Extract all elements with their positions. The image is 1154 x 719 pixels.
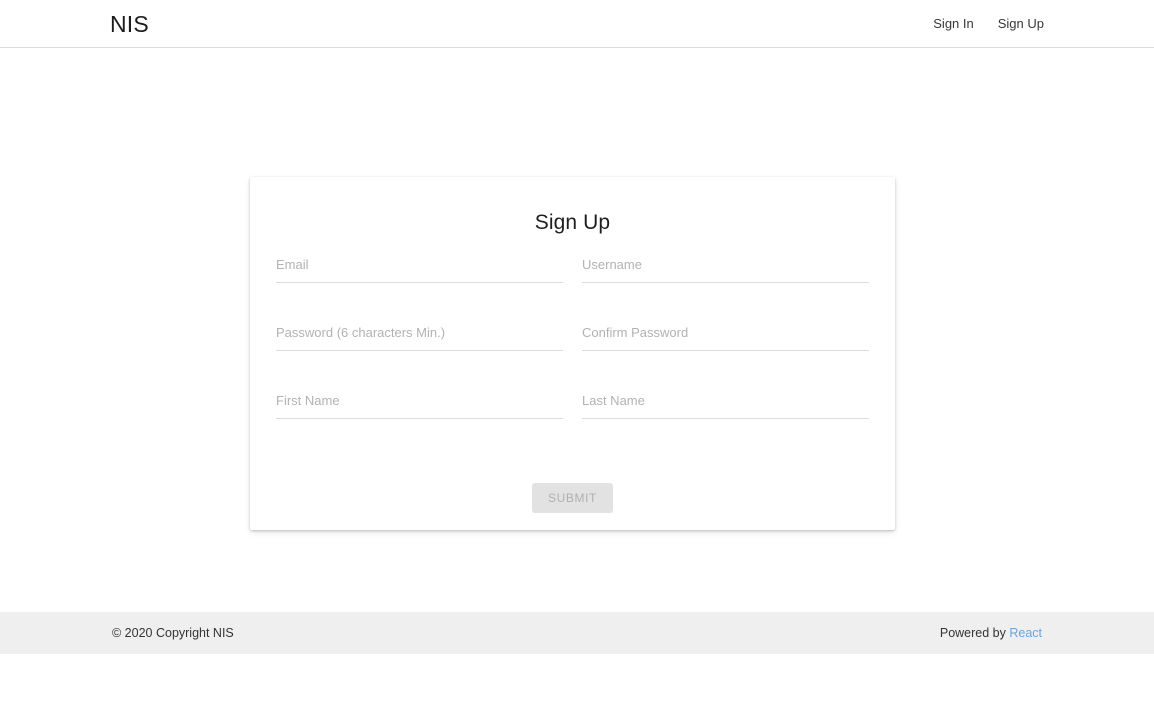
last-name-field	[582, 391, 869, 419]
email-input[interactable]	[276, 255, 563, 283]
header-nav: Sign In Sign Up	[933, 16, 1044, 32]
main-content: Sign Up Email Username Password (6 chara…	[0, 48, 1154, 612]
nav-link-sign-up[interactable]: Sign Up	[998, 16, 1044, 32]
first-name-field	[276, 391, 563, 419]
signup-card: Sign Up Email Username Password (6 chara…	[250, 177, 895, 530]
first-name-input[interactable]	[276, 391, 563, 419]
app-header: NIS Sign In Sign Up	[0, 0, 1154, 48]
react-link[interactable]: React	[1009, 626, 1042, 640]
last-name-input[interactable]	[582, 391, 869, 419]
email-field	[276, 255, 563, 283]
powered-by-text: Powered by React	[940, 625, 1042, 641]
confirm-password-input[interactable]	[582, 323, 869, 351]
copyright-text: © 2020 Copyright NIS	[112, 626, 234, 640]
username-input[interactable]	[582, 255, 869, 283]
form-row	[276, 255, 869, 283]
password-field	[276, 323, 563, 351]
submit-button-container: SUBMIT	[250, 483, 895, 513]
brand-logo[interactable]: NIS	[110, 11, 149, 37]
submit-button[interactable]: SUBMIT	[532, 483, 613, 513]
powered-by-label: Powered by	[939, 626, 1010, 640]
confirm-password-field	[582, 323, 869, 351]
form-row	[276, 391, 869, 419]
signup-form	[276, 255, 869, 419]
username-field	[582, 255, 869, 283]
form-row	[276, 323, 869, 351]
app-footer: © 2020 Copyright NIS Powered by React	[0, 612, 1154, 654]
password-input[interactable]	[276, 323, 563, 351]
nav-link-sign-in[interactable]: Sign In	[933, 16, 973, 32]
page-title: Sign Up	[534, 211, 611, 234]
